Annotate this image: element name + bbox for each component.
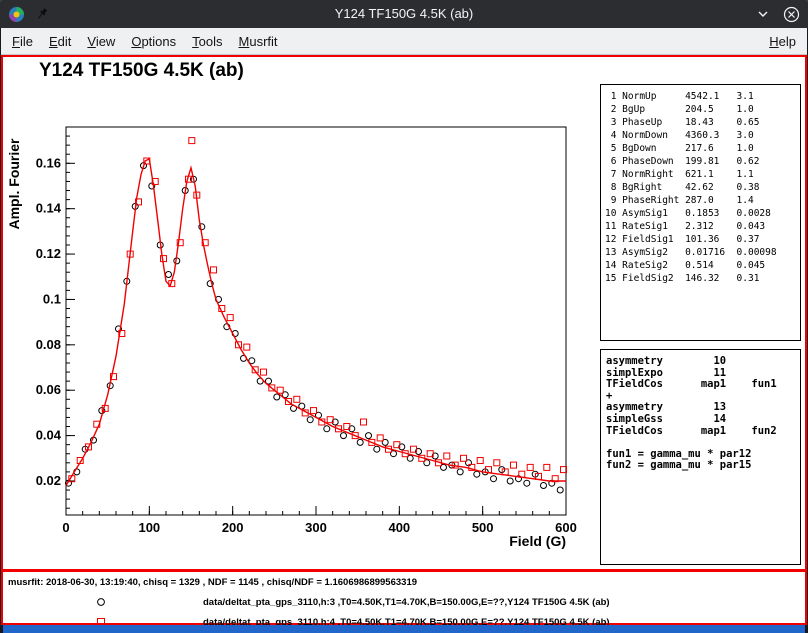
param-row: 9 PhaseRight 287.0 1.4 bbox=[605, 194, 796, 207]
theory-line: TFieldCos map1 fun2 bbox=[606, 426, 795, 438]
menu-item-musrfit[interactable]: Musrfit bbox=[231, 28, 286, 55]
theory-line bbox=[606, 437, 795, 449]
menu-item-file[interactable]: File bbox=[4, 28, 41, 55]
param-row: 7 NormRight 621.1 1.1 bbox=[605, 168, 796, 181]
minimize-button[interactable] bbox=[754, 5, 772, 23]
theory-line: simpleGss 14 bbox=[606, 414, 795, 426]
menu-item-options[interactable]: Options bbox=[123, 28, 184, 55]
close-button[interactable] bbox=[782, 5, 800, 23]
svg-text:0.12: 0.12 bbox=[36, 246, 61, 261]
theory-line: fun2 = gamma_mu * par15 bbox=[606, 460, 795, 472]
svg-text:0: 0 bbox=[62, 520, 69, 535]
pin-icon[interactable] bbox=[33, 5, 51, 23]
param-row: 13 AsymSig2 0.01716 0.00098 bbox=[605, 246, 796, 259]
param-row: 10 AsymSig1 0.1853 0.0028 bbox=[605, 207, 796, 220]
svg-text:200: 200 bbox=[222, 520, 244, 535]
legend-label: data/deltat_pta_gps_3110,h:3 ,T0=4.50K,T… bbox=[203, 597, 610, 608]
param-row: 6 PhaseDown 199.81 0.62 bbox=[605, 155, 796, 168]
param-row: 2 BgUp 204.5 1.0 bbox=[605, 103, 796, 116]
param-row: 11 RateSig1 2.312 0.043 bbox=[605, 220, 796, 233]
fit-stats-line: musrfit: 2018-06-30, 13:19:40, chisq = 1… bbox=[8, 577, 417, 588]
svg-text:Ampl. Fourier: Ampl. Fourier bbox=[6, 138, 22, 230]
window-title: Y124 TF150G 4.5K (ab) bbox=[100, 0, 708, 28]
legend-item[interactable]: data/deltat_pta_gps_3110,h:3 ,T0=4.50K,T… bbox=[3, 595, 805, 609]
param-row: 14 RateSig2 0.514 0.045 bbox=[605, 259, 796, 272]
fit-parameter-box[interactable]: 1 NormUp 4542.1 3.1 2 BgUp 204.5 1.0 3 P… bbox=[600, 84, 801, 341]
svg-text:0.02: 0.02 bbox=[36, 473, 61, 488]
svg-text:100: 100 bbox=[138, 520, 160, 535]
svg-text:500: 500 bbox=[472, 520, 494, 535]
param-row: 12 FieldSig1 101.36 0.37 bbox=[605, 233, 796, 246]
svg-text:0.16: 0.16 bbox=[36, 155, 61, 170]
param-row: 5 BgDown 217.6 1.0 bbox=[605, 142, 796, 155]
param-row: 15 FieldSig2 146.32 0.31 bbox=[605, 272, 796, 285]
root-canvas[interactable]: Y124 TF150G 4.5K (ab) 010020030040050060… bbox=[1, 55, 807, 625]
black-circle-icon bbox=[95, 595, 107, 613]
info-pad: musrfit: 2018-06-30, 13:19:40, chisq = 1… bbox=[3, 572, 805, 623]
menu-bar: FileEditViewOptionsToolsMusrfit Help bbox=[1, 28, 807, 55]
menu-item-help[interactable]: Help bbox=[761, 28, 804, 55]
param-row: 8 BgRight 42.62 0.38 bbox=[605, 181, 796, 194]
fourier-plot[interactable]: 01002003004005006000.020.040.060.080.10.… bbox=[3, 57, 599, 569]
menu-item-edit[interactable]: Edit bbox=[41, 28, 79, 55]
svg-text:0.14: 0.14 bbox=[36, 201, 62, 216]
svg-text:400: 400 bbox=[388, 520, 410, 535]
theory-box[interactable]: asymmetry 10simplExpo 11TFieldCos map1 f… bbox=[600, 349, 801, 565]
menu-item-view[interactable]: View bbox=[79, 28, 123, 55]
param-row: 1 NormUp 4542.1 3.1 bbox=[605, 90, 796, 103]
svg-text:300: 300 bbox=[305, 520, 327, 535]
param-row: 4 NormDown 4360.3 3.0 bbox=[605, 129, 796, 142]
app-window: Y124 TF150G 4.5K (ab) FileEditViewOption… bbox=[0, 0, 808, 633]
title-bar[interactable]: Y124 TF150G 4.5K (ab) bbox=[0, 0, 808, 28]
svg-text:Field (G): Field (G) bbox=[509, 533, 566, 549]
svg-text:0.08: 0.08 bbox=[36, 337, 61, 352]
param-row: 3 PhaseUp 18.43 0.65 bbox=[605, 116, 796, 129]
theory-line: asymmetry 10 bbox=[606, 356, 795, 368]
svg-text:0.04: 0.04 bbox=[36, 428, 62, 443]
svg-text:0.1: 0.1 bbox=[43, 291, 61, 306]
taskbar-strip bbox=[0, 625, 808, 633]
svg-text:0.06: 0.06 bbox=[36, 382, 61, 397]
theory-line: TFieldCos map1 fun1 bbox=[606, 379, 795, 391]
menu-item-tools[interactable]: Tools bbox=[184, 28, 230, 55]
app-icon[interactable] bbox=[7, 5, 25, 23]
